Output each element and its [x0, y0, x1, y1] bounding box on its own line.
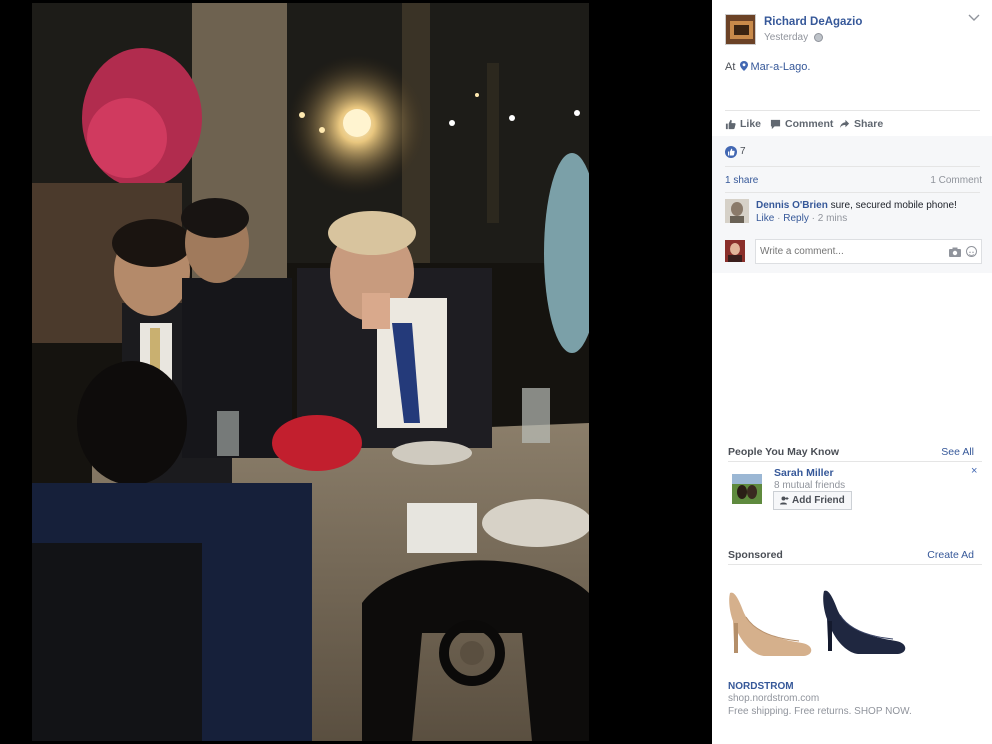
comment-time[interactable]: 2 mins: [818, 213, 847, 224]
close-icon[interactable]: ×: [971, 465, 977, 477]
camera-icon[interactable]: [949, 246, 961, 257]
ad-tagline[interactable]: Free shipping. Free returns. SHOP NOW.: [728, 706, 912, 717]
comment-like-link[interactable]: Like: [756, 213, 774, 224]
pymk-name[interactable]: Sarah Miller: [774, 467, 834, 479]
comment-meta-separator: ·: [777, 213, 781, 224]
share-count[interactable]: 1 share: [725, 175, 758, 186]
author-avatar[interactable]: [725, 14, 756, 45]
post-photo[interactable]: [32, 3, 589, 741]
comment-input[interactable]: [756, 240, 936, 263]
location-pin-icon: [740, 61, 749, 71]
commenter-avatar[interactable]: [725, 199, 749, 223]
post-timestamp[interactable]: Yesterday: [764, 32, 808, 43]
like-button-label: Like: [740, 118, 762, 130]
comment-bubble-icon: [770, 119, 781, 129]
share-button-label: Share: [854, 118, 884, 130]
pymk-title: People You May Know: [728, 446, 840, 458]
commenter-avatar-image: [725, 199, 749, 223]
post-location-line: At Mar-a-Lago.: [725, 61, 810, 73]
comment-input-box[interactable]: [755, 239, 982, 264]
add-friend-icon: [780, 496, 789, 505]
comment-meta-separator: ·: [811, 213, 815, 224]
shoes-product-image: [724, 583, 909, 665]
divider: [728, 564, 982, 565]
comment-button[interactable]: Comment: [770, 118, 833, 130]
ad-brand[interactable]: NORDSTROM: [728, 681, 794, 692]
author-avatar-image: [726, 15, 755, 44]
sponsored-title: Sponsored: [728, 549, 783, 561]
comment-text: sure, secured mobile phone!: [830, 200, 957, 211]
pymk-mutual-friends[interactable]: 8 mutual friends: [774, 480, 845, 491]
location-link[interactable]: Mar-a-Lago.: [750, 61, 810, 73]
pymk-profile-image: [732, 474, 762, 504]
like-count[interactable]: 7: [740, 146, 746, 157]
photo-viewer: [0, 0, 712, 744]
pymk-profile-photo[interactable]: [732, 474, 762, 504]
create-ad-link[interactable]: Create Ad: [927, 549, 974, 561]
comment-reply-link[interactable]: Reply: [783, 213, 809, 224]
location-prefix: At: [725, 61, 736, 73]
ad-domain[interactable]: shop.nordstrom.com: [728, 693, 819, 704]
comment-button-label: Comment: [785, 118, 834, 130]
like-button[interactable]: Like: [725, 118, 761, 130]
divider: [725, 192, 980, 193]
pymk-see-all-link[interactable]: See All: [941, 446, 974, 458]
like-reaction-icon[interactable]: [725, 146, 737, 158]
comment-body: Dennis O'Brien sure, secured mobile phon…: [756, 200, 981, 211]
smiley-icon[interactable]: [966, 246, 977, 257]
divider: [725, 166, 980, 167]
current-user-avatar-image: [725, 240, 745, 262]
divider: [728, 461, 982, 462]
add-friend-button[interactable]: Add Friend: [773, 491, 852, 510]
add-friend-label: Add Friend: [792, 495, 845, 506]
ad-image[interactable]: [724, 583, 909, 665]
public-globe-icon: [814, 33, 823, 42]
dinner-scene-illustration: [32, 3, 589, 741]
divider: [725, 110, 980, 111]
share-button[interactable]: Share: [839, 118, 883, 130]
comment-meta: Like · Reply · 2 mins: [756, 213, 847, 224]
thumbs-up-icon: [725, 119, 736, 129]
share-arrow-icon: [839, 119, 850, 128]
comment-count[interactable]: 1 Comment: [930, 175, 982, 186]
comment-author[interactable]: Dennis O'Brien: [756, 200, 828, 211]
chevron-down-icon[interactable]: [968, 14, 982, 24]
author-name[interactable]: Richard DeAgazio: [764, 16, 862, 28]
post-side-panel: Richard DeAgazio Yesterday At Mar-a-Lago…: [712, 0, 992, 744]
current-user-avatar[interactable]: [725, 240, 745, 262]
